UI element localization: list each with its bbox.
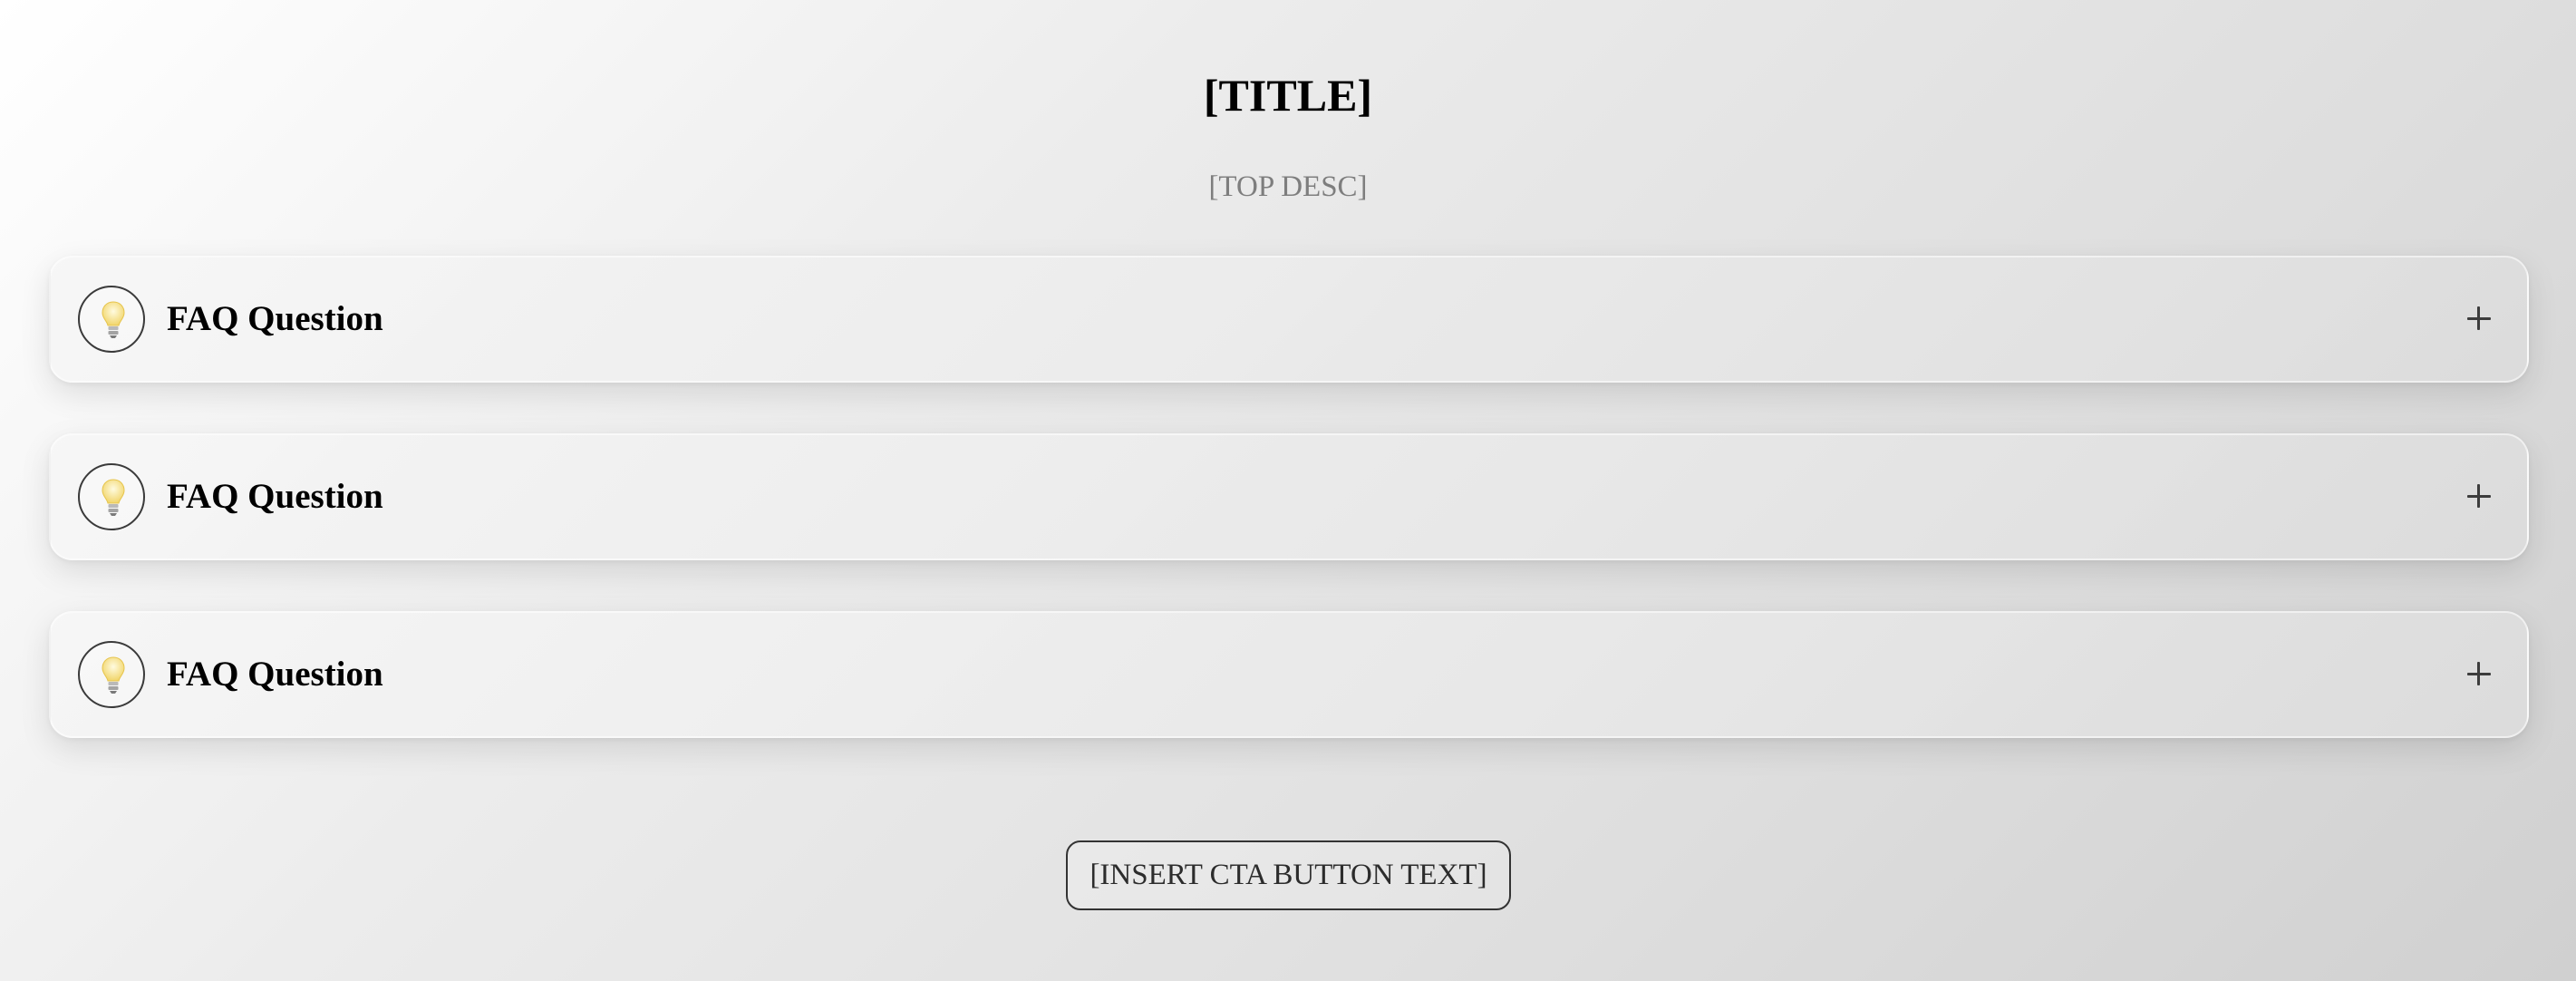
faq-question: FAQ Question	[167, 655, 383, 694]
faq-question: FAQ Question	[167, 299, 383, 338]
faq-question: FAQ Question	[167, 477, 383, 516]
page-title: [TITLE]	[1203, 70, 1373, 121]
lightbulb-icon	[78, 286, 145, 353]
plus-icon[interactable]	[2464, 658, 2494, 689]
lightbulb-icon	[78, 641, 145, 708]
top-description: [TOP DESC]	[1208, 170, 1368, 203]
faq-item[interactable]: FAQ Question	[49, 256, 2529, 383]
faq-item[interactable]: FAQ Question	[49, 611, 2529, 738]
faq-list: FAQ Question FAQ Question FAQ Question	[49, 256, 2529, 789]
faq-item[interactable]: FAQ Question	[49, 433, 2529, 560]
plus-icon[interactable]	[2464, 303, 2494, 334]
cta-button[interactable]: [INSERT CTA BUTTON TEXT]	[1066, 840, 1511, 910]
plus-icon[interactable]	[2464, 481, 2494, 511]
lightbulb-icon	[78, 463, 145, 530]
